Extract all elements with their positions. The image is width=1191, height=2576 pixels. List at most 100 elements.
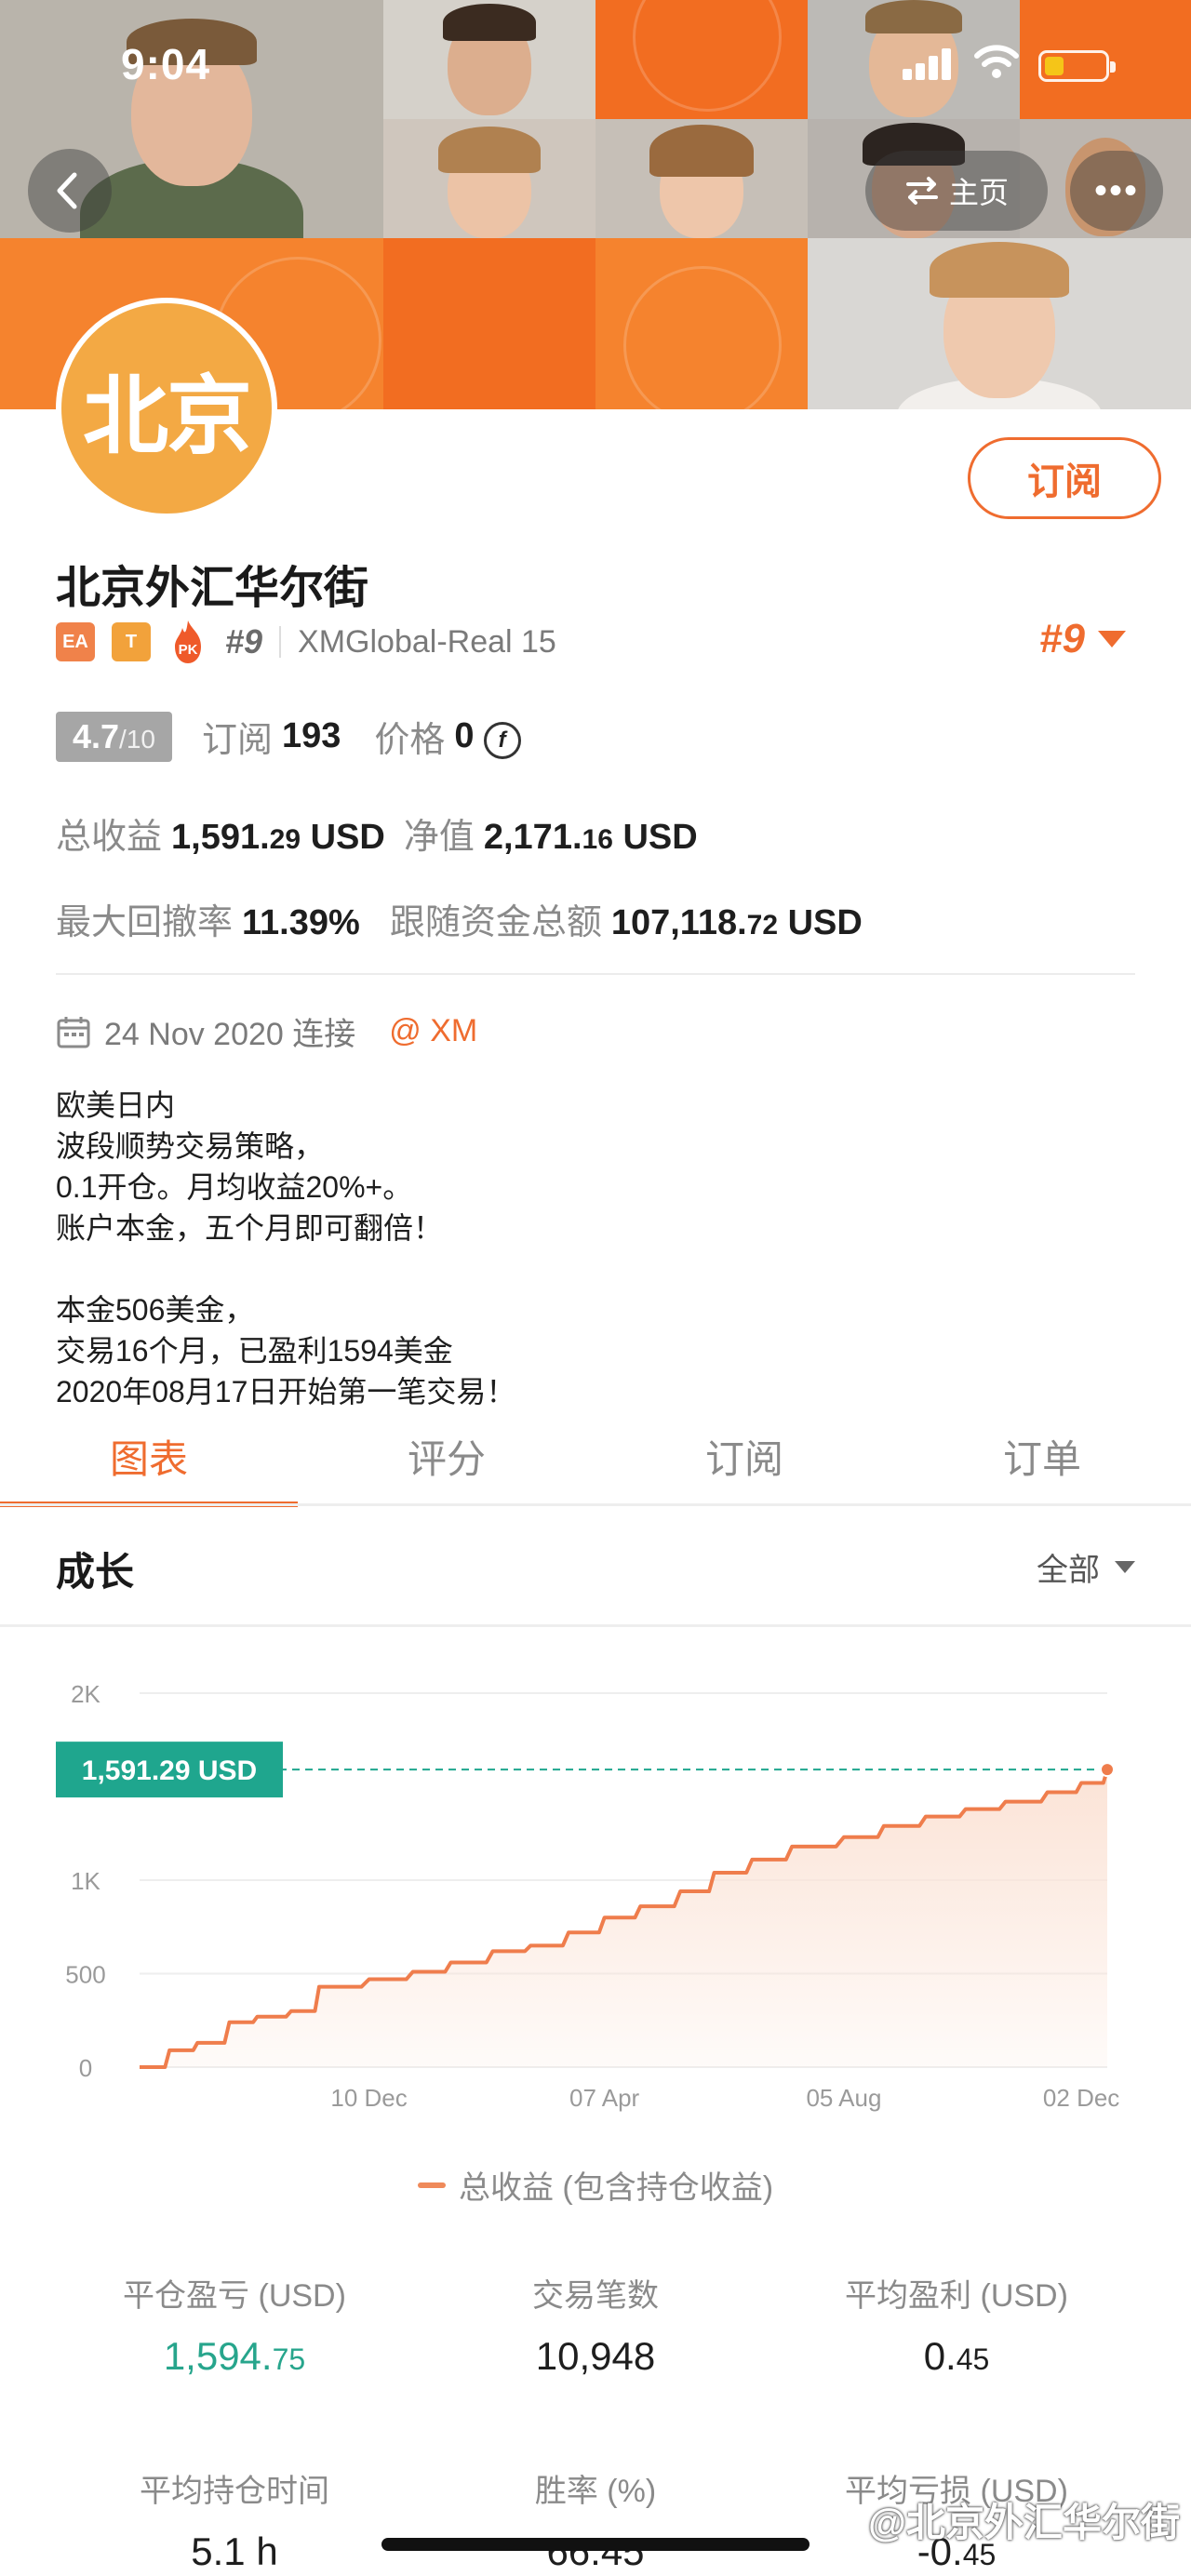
pk-flame-icon: PK: [167, 619, 208, 665]
stat-label: 胜率 (%): [534, 2474, 657, 2509]
signal-icon: [903, 48, 958, 80]
current-value-label: 1,591.29 USD: [82, 1755, 257, 1786]
tab-chart[interactable]: 图表: [0, 1405, 298, 1507]
stat-label: 交易笔数: [532, 2278, 659, 2314]
stat-value-int: 1,594.: [163, 2334, 273, 2378]
stat-value: 10,948: [409, 2334, 782, 2379]
subscribe-button[interactable]: 订阅: [968, 437, 1161, 519]
growth-chart[interactable]: 0 500 1K 2K 10 Dec 07 Apr 05 Aug 02 Dec 1,591.29…: [0, 1637, 1191, 2233]
subscribe-count-label: 订阅: [201, 721, 273, 760]
stat-value-int: 10,948: [535, 2334, 656, 2378]
drawdown-value: 11.39%: [242, 903, 360, 942]
follow-int: 107,118.: [610, 903, 747, 942]
stat-value-dec: 75: [272, 2342, 306, 2376]
divider: [0, 1503, 1191, 1506]
range-dropdown[interactable]: 全部: [1037, 1544, 1135, 1590]
tab-bar: 图表 评分 订阅 订单: [0, 1405, 1191, 1507]
total-profit-int: 1,591.: [171, 818, 270, 857]
status-bar: 9:04: [0, 0, 1191, 130]
net-unit: USD: [612, 818, 698, 857]
follow-unit: USD: [778, 903, 863, 942]
stat-value: 0.45: [770, 2334, 1143, 2379]
net-label: 净值: [403, 818, 475, 857]
wifi-icon: [974, 45, 1019, 78]
rating-value: 4.7: [73, 716, 120, 755]
watermark-text: @北京外汇华尔街: [868, 2501, 1180, 2544]
stat-cell: 平均盈利 (USD) 0.45: [770, 2270, 1143, 2379]
profit-row: 总收益 1,591.29 USD 净值 2,171.16 USD: [56, 808, 698, 859]
description-line: 0.1开仓。月均收益20%+。: [56, 1170, 413, 1204]
broker-link[interactable]: @ XM: [389, 1013, 477, 1049]
y-tick-label: 0: [79, 2054, 92, 2082]
stat-value-dec: 45: [956, 2342, 990, 2376]
rating-badge: 4.7/10: [56, 711, 172, 762]
description-line: 波段顺势交易策略，: [56, 1129, 325, 1163]
rating-row: 4.7/10 订阅 193 价格 0 f: [56, 711, 521, 762]
description-line: 欧美日内: [56, 1088, 176, 1122]
home-label: 主页: [948, 176, 1009, 209]
ea-badge: EA: [56, 622, 95, 661]
tab-orders[interactable]: 订单: [893, 1405, 1191, 1507]
net-value: 2,171.16 USD: [484, 818, 698, 858]
banner-photo: [596, 119, 808, 238]
home-button[interactable]: 主页: [865, 151, 1048, 231]
banner-pattern: [596, 238, 808, 409]
caret-down-icon: [1098, 631, 1126, 647]
price-label: 价格: [374, 721, 446, 760]
stat-cell: 平均持仓时间 5.1 h: [48, 2465, 421, 2574]
weibo-icon: [825, 2506, 862, 2534]
rating-max: /10: [119, 724, 155, 754]
stat-value: 66.45: [409, 2529, 782, 2574]
chart-legend: 总收益 (包含持仓收益): [0, 2162, 1191, 2208]
y-tick-label: 1K: [71, 1867, 100, 1895]
watermark: @北京外汇华尔街: [825, 2491, 1180, 2548]
back-button[interactable]: [28, 149, 112, 233]
description-line: 交易16个月，已盈利1594美金: [56, 1334, 453, 1368]
price-value: 0: [454, 716, 475, 755]
x-tick-label: 02 Dec: [1043, 2084, 1119, 2112]
more-button[interactable]: •••: [1070, 151, 1163, 231]
battery-icon: [1038, 50, 1116, 82]
divider: [279, 626, 282, 658]
x-tick-label: 07 Apr: [569, 2084, 640, 2112]
x-tick-label: 10 Dec: [330, 2084, 407, 2112]
description-line: 账户本金，五个月即可翻倍！: [56, 1211, 444, 1245]
stat-value-int: 66.45: [546, 2529, 645, 2573]
rank-small: #9: [225, 622, 263, 661]
stat-cell: 交易笔数 10,948: [409, 2270, 782, 2379]
stat-value: 5.1 h: [48, 2529, 421, 2574]
divider: [56, 973, 1135, 975]
y-tick-label: 2K: [71, 1680, 100, 1708]
total-profit-unit: USD: [301, 818, 385, 857]
x-tick-label: 05 Aug: [806, 2084, 881, 2112]
divider: [0, 1624, 1191, 1627]
growth-title: 成长: [56, 1550, 135, 1594]
stat-value-int: 5.1 h: [191, 2529, 278, 2573]
tab-rating[interactable]: 评分: [298, 1405, 596, 1507]
range-label: 全部: [1037, 1553, 1100, 1588]
caret-down-icon: [1115, 1561, 1135, 1573]
total-profit-value: 1,591.29 USD: [171, 818, 385, 858]
net-dec: 16: [582, 824, 613, 855]
follow-value: 107,118.72 USD: [611, 903, 863, 943]
description-line: 本金506美金，: [56, 1293, 255, 1327]
stat-value: 1,594.75: [48, 2334, 421, 2379]
stat-value-int: 0.: [923, 2334, 957, 2378]
legend-label: 总收益 (包含持仓收益): [458, 2170, 774, 2206]
calendar-icon: [57, 1016, 90, 1048]
pk-label: PK: [179, 642, 198, 658]
account-server: XMGlobal-Real 15: [298, 623, 556, 660]
home-indicator[interactable]: [381, 2538, 810, 2551]
subscribe-count: 193: [282, 716, 341, 755]
badge-row: EA T PK #9 XMGlobal-Real 15: [56, 616, 556, 668]
rank-dropdown[interactable]: #9: [1039, 616, 1126, 662]
rank-big-label: #9: [1039, 616, 1085, 661]
banner-photo: [808, 238, 1191, 409]
tab-subscribe[interactable]: 订阅: [596, 1405, 893, 1507]
legend-swatch: [417, 2182, 446, 2188]
description-line: [56, 1248, 515, 1289]
banner-photo: [383, 119, 596, 238]
banner-pattern: [383, 238, 596, 409]
stat-label: 平均盈利 (USD): [845, 2278, 1068, 2314]
net-int: 2,171.: [483, 818, 582, 857]
